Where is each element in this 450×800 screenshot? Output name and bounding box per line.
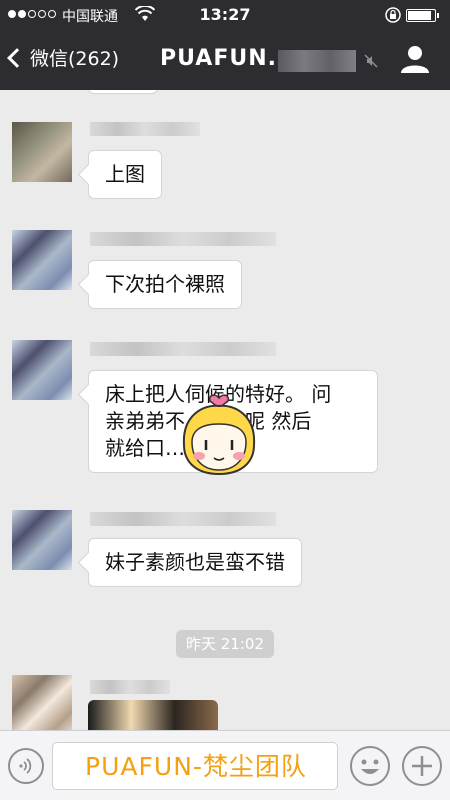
status-bar: 中国联通 13:27 [0, 0, 450, 30]
battery-fill [408, 11, 431, 20]
input-bar: PUAFUN-梵尘团队 [0, 730, 450, 800]
contact-icon[interactable] [398, 44, 432, 78]
cartoon-girl-sticker [174, 390, 264, 480]
sender-name-blur [90, 512, 276, 526]
battery-icon [406, 9, 439, 22]
message-bubble[interactable]: 下次拍个裸照 [88, 260, 242, 309]
rotation-lock-icon [384, 6, 402, 28]
avatar[interactable] [12, 675, 72, 730]
watermark-text: PUAFUN-梵尘团队 [85, 752, 307, 781]
plus-icon [412, 756, 432, 776]
timestamp: 昨天 21:02 [176, 630, 274, 658]
avatar[interactable] [12, 230, 72, 290]
message-bubble[interactable]: 上图 [88, 150, 162, 199]
message-bubble-partial [88, 90, 158, 94]
message-text: 上图 [105, 162, 145, 186]
back-button[interactable]: 微信(262) [7, 44, 120, 71]
sender-name-blur [90, 342, 276, 356]
image-message[interactable] [88, 700, 218, 730]
chat-area[interactable]: 上图 下次拍个裸照 床上把人伺候的特好。 问 亲弟弟不…说行呢 然后 就给口… … [0, 90, 450, 730]
mute-icon [364, 54, 378, 68]
sender-name-blur [90, 232, 276, 246]
message-text: 下次拍个裸照 [105, 272, 225, 296]
back-label: 微信(262) [30, 48, 120, 70]
chat-title: PUAFUN. [160, 46, 277, 71]
voice-icon [19, 758, 32, 774]
avatar[interactable] [12, 122, 72, 182]
plus-button[interactable] [402, 746, 442, 786]
title-blur [278, 50, 356, 72]
chevron-left-icon [7, 47, 27, 68]
message-input[interactable]: PUAFUN-梵尘团队 [52, 742, 338, 790]
avatar[interactable] [12, 340, 72, 400]
voice-button[interactable] [8, 748, 44, 784]
emoji-icon [361, 759, 379, 774]
navigation-bar: 微信(262) PUAFUN. [0, 30, 450, 90]
emoji-button[interactable] [350, 746, 390, 786]
avatar[interactable] [12, 510, 72, 570]
sender-name-blur [90, 680, 170, 694]
sender-name-blur [90, 122, 200, 136]
clock: 13:27 [199, 5, 251, 24]
message-bubble[interactable]: 妹子素颜也是蛮不错 [88, 538, 302, 587]
message-text: 妹子素颜也是蛮不错 [105, 550, 285, 574]
